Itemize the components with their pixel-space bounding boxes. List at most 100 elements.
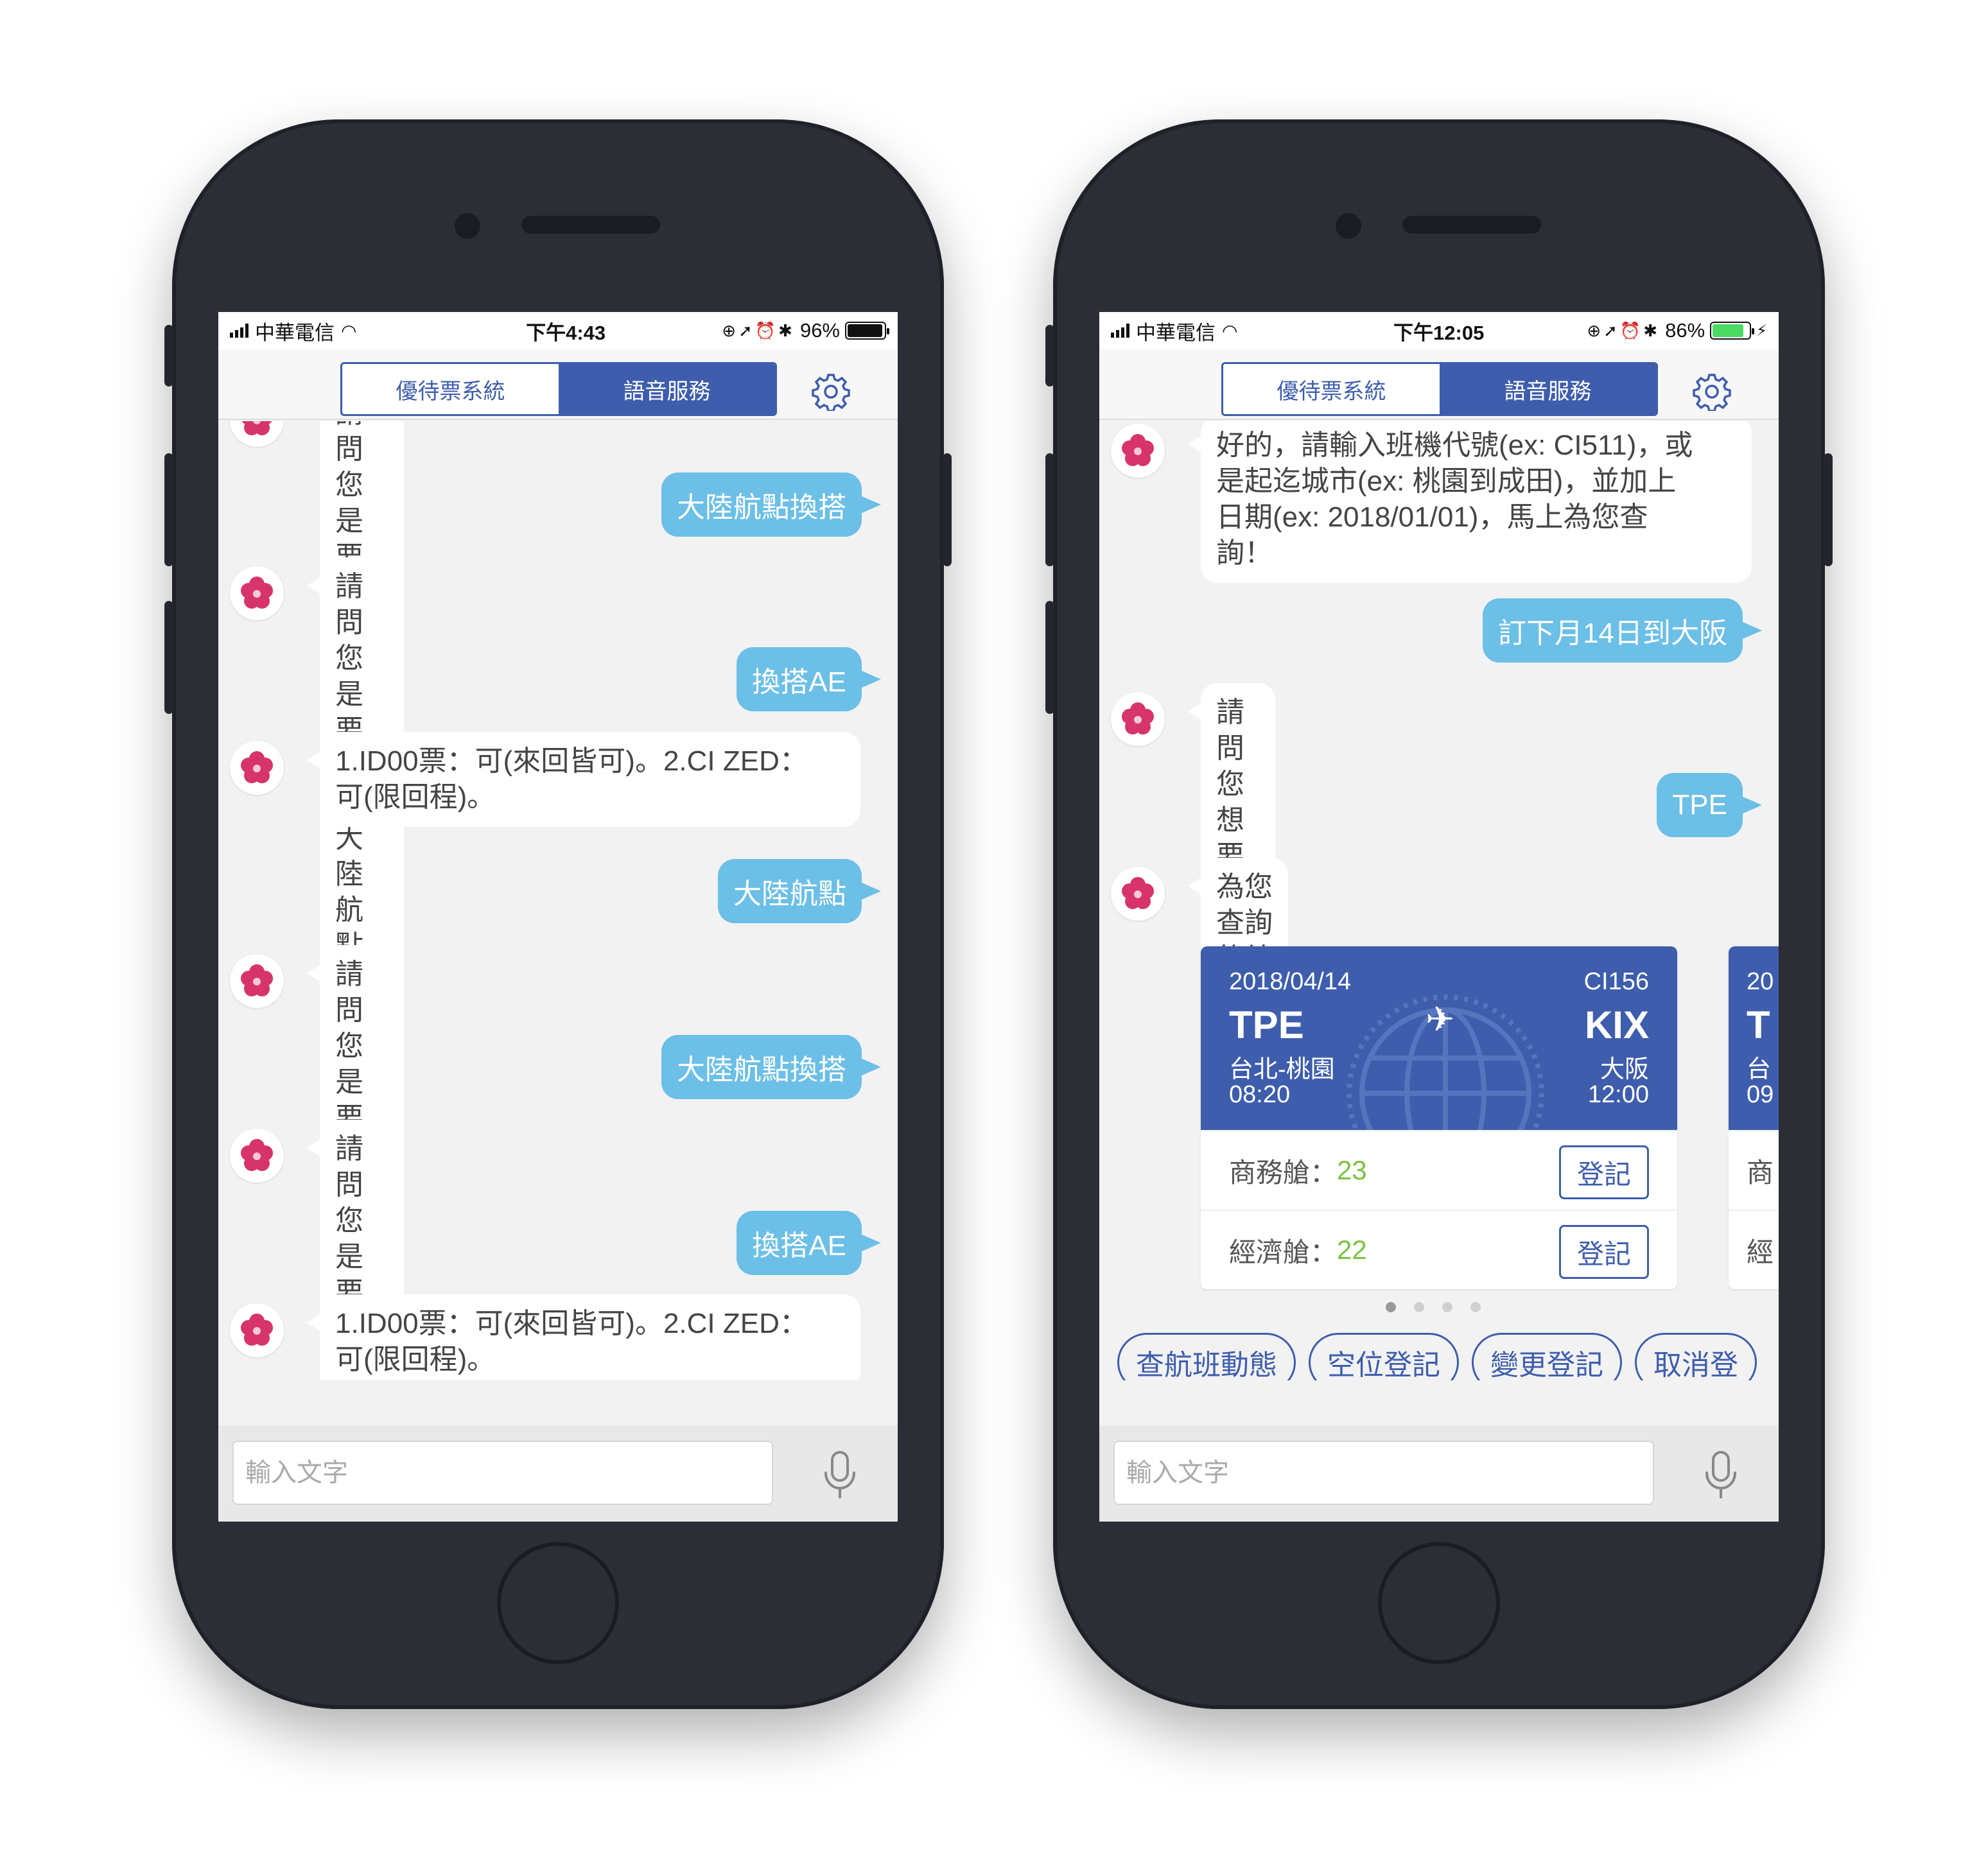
message-text: 1.ID00票：可(來回皆可)。2.CI ZED：	[335, 1308, 808, 1339]
quick-replies: 查航班動態 空位登記 變更登記 取消登	[1117, 1333, 1757, 1380]
tab-discount-ticket-system[interactable]: 優待票系統	[342, 364, 559, 414]
battery-percent: 86%	[1665, 319, 1705, 342]
flight-card-header: 20 T 台 09	[1729, 946, 1779, 1130]
front-camera	[1336, 213, 1361, 239]
quick-reply-flight-status[interactable]: 查航班動態	[1117, 1333, 1296, 1380]
quick-reply-cancel-registration[interactable]: 取消登	[1635, 1333, 1757, 1380]
microphone-icon[interactable]	[822, 1451, 858, 1500]
battery-percent: 96%	[799, 319, 840, 342]
departure-time: 09	[1747, 1081, 1774, 1108]
message-text-line4: 詢！	[1216, 537, 1273, 569]
mute-switch	[1045, 325, 1054, 386]
flight-card[interactable]: 2018/04/14 CI156 TPE ✈ KIX 台北-桃園 08:20 大…	[1201, 946, 1677, 1289]
origin-code: T	[1747, 1003, 1770, 1046]
origin-city: 台北-桃園	[1229, 1056, 1335, 1083]
battery-icon	[1710, 322, 1755, 340]
message-text: 換搭AE	[752, 666, 846, 698]
business-class-label: 商	[1747, 1157, 1774, 1188]
message-text: 大陸航點換搭	[677, 492, 846, 523]
bot-message: 1.ID00票：可(來回皆可)。2.CI ZED： 可(限回程)。	[307, 732, 860, 827]
microphone-icon[interactable]	[1703, 1451, 1739, 1500]
destination-code: KIX	[1584, 1003, 1649, 1046]
plum-blossom-icon	[1122, 434, 1154, 466]
user-message: 大陸航點換搭	[661, 473, 881, 537]
pager-dot[interactable]	[1414, 1302, 1424, 1312]
nav-bar: 優待票系統 語音服務	[1099, 349, 1779, 420]
screen: 中華電信 ◠ 下午4:43 ⊕➚⏰✱ 96% 優待票系統 語音服務 問您是 大陸…	[218, 312, 898, 1522]
flight-card-next[interactable]: 20 T 台 09 商 經	[1729, 946, 1779, 1289]
status-icons: ⊕➚⏰✱	[1587, 320, 1661, 340]
carousel-pager	[1386, 1302, 1481, 1312]
flight-carousel[interactable]: 2018/04/14 CI156 TPE ✈ KIX 台北-桃園 08:20 大…	[1201, 946, 1779, 1293]
plum-blossom-icon	[1122, 877, 1154, 909]
bot-avatar	[1111, 867, 1165, 921]
wifi-icon: ◠	[1222, 320, 1238, 341]
tab-switcher: 優待票系統 語音服務	[340, 362, 777, 416]
chat-area: 好的，請輸入班機代號(ex: CI511)，或 是起迄城市(ex: 桃園到成田)…	[1099, 421, 1779, 1380]
arrival-time: 12:00	[1587, 1081, 1649, 1108]
message-text: 大陸航點換搭	[677, 1054, 846, 1086]
bot-avatar	[230, 1303, 284, 1357]
business-class-row: 商	[1729, 1130, 1779, 1210]
quick-reply-change-registration[interactable]: 變更登記	[1472, 1333, 1622, 1380]
user-message: 大陸航點換搭	[661, 1035, 881, 1099]
message-text: 1.ID00票：可(來回皆可)。2.CI ZED：	[335, 745, 808, 777]
message-text: TPE	[1672, 789, 1727, 820]
input-bar	[1099, 1425, 1779, 1522]
user-message: 換搭AE	[737, 647, 881, 711]
nav-bar: 優待票系統 語音服務	[218, 349, 898, 420]
pager-dot[interactable]	[1442, 1302, 1452, 1312]
message-text: 大陸航點	[733, 878, 846, 910]
origin-code: TPE	[1229, 1003, 1304, 1046]
pager-dot[interactable]	[1386, 1302, 1396, 1312]
chat-area: 請問您是要換搭大陸航點還是AE? 大陸航點換搭 請問您是要換搭大陸航點還是AE?…	[218, 421, 898, 1380]
screen: 中華電信 ◠ 下午12:05 ⊕➚⏰✱ 86% ⚡ 優待票系統 語音服務 好的，…	[1099, 312, 1779, 1522]
wifi-icon: ◠	[341, 320, 357, 341]
charging-icon: ⚡	[1756, 322, 1767, 340]
quick-reply-seat-registration[interactable]: 空位登記	[1309, 1333, 1459, 1380]
message-text: 換搭AE	[752, 1230, 846, 1262]
tab-voice-service[interactable]: 語音服務	[1440, 364, 1656, 414]
business-class-row: 商務艙： 23 登記	[1201, 1130, 1677, 1210]
message-input[interactable]	[232, 1441, 773, 1505]
plum-blossom-icon	[241, 1314, 273, 1346]
plum-blossom-icon	[241, 964, 273, 996]
user-message: 大陸航點	[718, 859, 881, 923]
economy-class-seats: 22	[1337, 1235, 1367, 1265]
mute-switch	[164, 325, 173, 386]
tab-discount-ticket-system[interactable]: 優待票系統	[1223, 364, 1440, 414]
pager-dot[interactable]	[1470, 1302, 1481, 1312]
message-text-line1: 好的，請輸入班機代號(ex: CI511)，或	[1216, 430, 1693, 461]
user-message: 訂下月14日到大阪	[1483, 598, 1762, 663]
gear-icon[interactable]	[1693, 372, 1731, 411]
bot-avatar	[230, 1129, 284, 1183]
bot-avatar	[1111, 692, 1165, 746]
home-button[interactable]	[1378, 1542, 1500, 1664]
message-text-line2: 是起迄城市(ex: 桃園到成田)，並加上	[1216, 465, 1677, 497]
economy-register-button[interactable]: 登記	[1559, 1225, 1649, 1279]
status-bar: 中華電信 ◠ 下午4:43 ⊕➚⏰✱ 96%	[218, 312, 898, 349]
tab-voice-service[interactable]: 語音服務	[559, 364, 775, 414]
volume-down-button	[164, 601, 173, 714]
bot-avatar	[230, 566, 284, 620]
clock: 下午12:05	[1393, 321, 1485, 344]
bot-message: 1.ID00票：可(來回皆可)。2.CI ZED： 可(限回程)。	[307, 1294, 860, 1380]
home-button[interactable]	[497, 1542, 619, 1664]
earpiece-speaker	[521, 216, 660, 234]
gear-icon[interactable]	[812, 372, 850, 411]
message-input[interactable]	[1113, 1441, 1654, 1505]
message-text-line2: 可(限回程)。	[335, 781, 496, 813]
status-bar: 中華電信 ◠ 下午12:05 ⊕➚⏰✱ 86% ⚡	[1099, 312, 1779, 349]
volume-down-button	[1045, 601, 1054, 714]
business-class-seats: 23	[1337, 1155, 1367, 1185]
business-register-button[interactable]: 登記	[1559, 1145, 1649, 1199]
flight-date: 2018/04/14	[1229, 968, 1352, 995]
signal-icon	[1111, 324, 1129, 338]
carrier-name: 中華電信	[255, 321, 335, 344]
flight-date: 20	[1747, 968, 1774, 995]
plum-blossom-icon	[1122, 702, 1154, 734]
plum-blossom-icon	[241, 577, 273, 609]
bot-message: 好的，請輸入班機代號(ex: CI511)，或 是起迄城市(ex: 桃園到成田)…	[1188, 421, 1752, 583]
departure-time: 08:20	[1229, 1081, 1291, 1108]
economy-class-label: 經	[1747, 1237, 1774, 1267]
